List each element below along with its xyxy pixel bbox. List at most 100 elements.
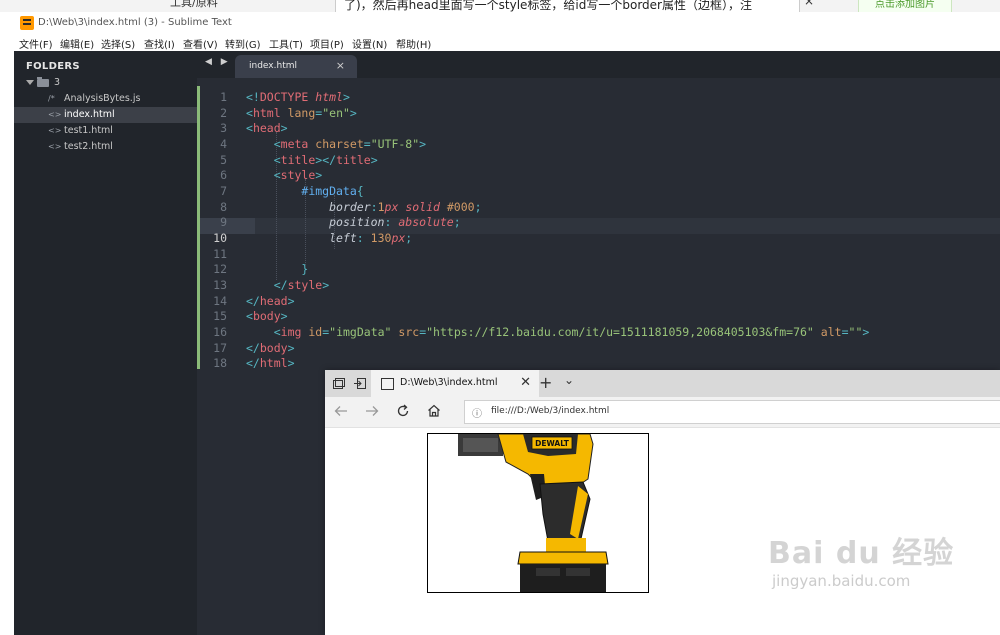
editor-tab-bar: ◀ ▶ index.html × — [197, 51, 1000, 78]
set-aside-tabs-icon[interactable] — [354, 378, 366, 389]
info-icon[interactable]: ⓘ — [472, 405, 482, 420]
code-line: <body> — [246, 309, 288, 323]
bg-center-text: 了)，然后再head里面写一个style标签，给id写一个border属性（边框… — [335, 0, 800, 12]
watermark-url: jingyan.baidu.com — [772, 572, 911, 590]
svg-text:DEWALT: DEWALT — [535, 439, 570, 448]
code-line: <html lang="en"> — [246, 106, 357, 120]
refresh-icon[interactable] — [396, 404, 410, 418]
watermark-logo-text: Bai du 经验 — [768, 536, 955, 571]
back-arrow-icon[interactable] — [334, 405, 348, 417]
document-icon — [381, 378, 394, 390]
sidebar-item-test1[interactable]: <> test1.html — [14, 123, 197, 139]
code-line: border:1px solid #000; — [329, 200, 482, 214]
line-number: 1 — [220, 90, 227, 104]
baidu-watermark: Bai du 经验 jingyan.baidu.com — [768, 528, 954, 590]
tab-index-html[interactable]: index.html × — [235, 55, 357, 78]
title-bar: D:\Web\3\index.html (3) - Sublime Text — [14, 12, 1000, 34]
code-line: </body> — [246, 341, 295, 355]
sidebar-item-label: index.html — [64, 109, 115, 120]
line-number: 4 — [220, 137, 227, 151]
line-number: 6 — [220, 168, 227, 182]
code-line: #imgData{ — [301, 184, 364, 198]
menu-goto[interactable]: 转到(G) — [225, 36, 261, 51]
menu-project[interactable]: 项目(P) — [310, 36, 344, 51]
sidebar-item-label: test1.html — [64, 125, 113, 136]
menu-find[interactable]: 查找(I) — [144, 36, 175, 51]
background-webpage: 工具/原料 了)，然后再head里面写一个style标签，给id写一个borde… — [0, 0, 1000, 12]
line-number: 17 — [213, 341, 227, 355]
menu-selection[interactable]: 选择(S) — [101, 36, 135, 51]
browser-window: D:\Web\3\index.html ✕ + ⌄ ⓘ file:///D:/W… — [325, 370, 1000, 635]
window-title: D:\Web\3\index.html (3) - Sublime Text — [38, 17, 232, 28]
code-line: <!DOCTYPE html> — [246, 90, 350, 104]
chevron-down-icon — [26, 80, 34, 85]
address-bar[interactable]: ⓘ file:///D:/Web/3/index.html — [464, 400, 1000, 424]
code-line: left: 130px; — [329, 231, 413, 245]
line-number: 7 — [220, 184, 227, 198]
browser-tab-index[interactable]: D:\Web\3\index.html ✕ — [371, 370, 539, 397]
line-number: 10 — [213, 231, 227, 245]
home-icon[interactable] — [427, 404, 441, 417]
menu-preferences[interactable]: 设置(N) — [352, 36, 387, 51]
code-line: </html> — [246, 356, 295, 370]
code-line: </style> — [273, 278, 330, 292]
code-line: } — [301, 262, 309, 276]
sidebar-item-index[interactable]: <> index.html — [14, 107, 197, 123]
new-tab-icon[interactable]: + — [539, 373, 552, 392]
menu-file[interactable]: 文件(F) — [19, 36, 53, 51]
bg-add-image-button[interactable]: 点击添加图片 — [858, 0, 952, 12]
line-number: 14 — [213, 294, 227, 308]
browser-tab-strip: D:\Web\3\index.html ✕ + ⌄ — [325, 370, 1000, 397]
menu-edit[interactable]: 编辑(E) — [60, 36, 94, 51]
line-number: 18 — [213, 356, 227, 370]
forward-arrow-icon[interactable] — [365, 405, 379, 417]
code-line: <img id="imgData" src="https://f12.baidu… — [273, 325, 870, 339]
line-number: 3 — [220, 121, 227, 135]
menu-view[interactable]: 查看(V) — [183, 36, 218, 51]
impact-wrench-image: DEWALT — [458, 434, 609, 592]
browser-nav-bar: ⓘ file:///D:/Web/3/index.html — [325, 397, 1000, 428]
tab-label: index.html — [249, 61, 297, 71]
menu-bar: 文件(F) 编辑(E) 选择(S) 查找(I) 查看(V) 转到(G) 工具(T… — [14, 34, 1000, 52]
bg-left-text: 工具/原料 — [170, 0, 218, 9]
menu-help[interactable]: 帮助(H) — [396, 36, 431, 51]
code-line: </head> — [246, 294, 295, 308]
line-number: 16 — [213, 325, 227, 339]
folder-label: 3 — [54, 77, 61, 88]
bg-close-icon[interactable]: × — [804, 0, 814, 8]
line-number: 13 — [213, 278, 227, 292]
code-line: position: absolute; — [329, 215, 461, 229]
line-number: 8 — [220, 200, 227, 214]
sidebar: FOLDERS 3 /* AnalysisBytes.js <> index.h… — [14, 51, 197, 635]
code-line: <head> — [246, 121, 288, 135]
sidebar-item-test2[interactable]: <> test2.html — [14, 139, 197, 155]
html-file-icon: <> — [48, 142, 62, 151]
sidebar-item-label: AnalysisBytes.js — [64, 93, 141, 104]
tab-preview-icon[interactable] — [333, 378, 345, 389]
tab-nav-arrows-icon[interactable]: ◀ ▶ — [205, 57, 231, 67]
html-file-icon: <> — [48, 110, 62, 119]
folder-icon — [37, 77, 49, 87]
address-text: file:///D:/Web/3/index.html — [491, 406, 610, 416]
img-data-element: DEWALT — [427, 433, 649, 593]
close-icon[interactable]: ✕ — [520, 375, 531, 390]
line-number: 9 — [220, 215, 227, 229]
js-file-icon: /* — [48, 94, 55, 103]
html-file-icon: <> — [48, 126, 62, 135]
close-icon[interactable]: × — [336, 59, 345, 72]
line-number: 12 — [213, 262, 227, 276]
sidebar-item-label: test2.html — [64, 141, 113, 152]
line-number: 2 — [220, 106, 227, 120]
browser-tab-title: D:\Web\3\index.html — [400, 377, 498, 388]
line-number: 5 — [220, 153, 227, 167]
sidebar-folder-3[interactable]: 3 — [14, 75, 197, 91]
sublime-app-icon — [20, 16, 34, 30]
folders-title: FOLDERS — [26, 61, 80, 72]
menu-tools[interactable]: 工具(T) — [269, 36, 303, 51]
code-line: <style> — [273, 168, 323, 182]
line-number: 15 — [213, 309, 227, 323]
code-line: <title></title> — [273, 153, 378, 167]
chevron-down-icon[interactable]: ⌄ — [564, 373, 574, 387]
line-number: 11 — [213, 247, 227, 261]
sidebar-item-analysisbytes[interactable]: /* AnalysisBytes.js — [14, 91, 197, 107]
